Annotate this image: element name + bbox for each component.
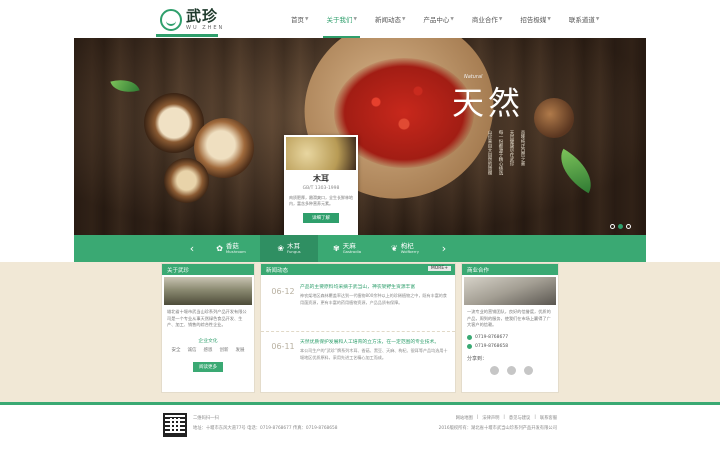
news-title[interactable]: 天然优质保护发展和人工培育的立方法，在一定范围的专业技术。 (300, 338, 450, 345)
weibo-icon[interactable] (490, 365, 499, 375)
footer-links: 网站地图 | 法律声明 | 意见与建议 | 联系客服 (455, 415, 557, 421)
culture-title: 企业文化 (198, 338, 218, 344)
qq-icon[interactable] (524, 365, 533, 375)
site-footer: 二维码扫一扫 地址：十堰市东风大道77号 电话：0719-8768677 传真：… (0, 402, 720, 450)
about-panel-title: 关于武珍 (162, 264, 254, 275)
main-nav: 首页 ▼ 关于我们 ▼ 新闻动态 ▼ 产品中心 ▼ 商业合作 ▼ 招告极媒 ▼ 联系道道 ▼ (282, 0, 608, 38)
nav-item-home[interactable]: 首页 ▼ (282, 0, 317, 38)
carousel-dot[interactable] (610, 224, 615, 229)
news-date: 06-11 (271, 342, 295, 351)
carousel-dot[interactable] (626, 224, 631, 229)
hero-banner: 木耳 GB/T 1303-1998 肉质肥厚，嫩滑爽口，全生长鲜林地内，富含多种… (74, 38, 646, 235)
fungus-icon: ❀ (277, 244, 285, 253)
chevron-down-icon: ▼ (305, 16, 309, 22)
footer-link-feedback[interactable]: 意见与建议 (509, 415, 530, 421)
cooperation-panel-title: 商业合作 (462, 264, 558, 275)
cooperation-panel: 商业合作 一流专业的营销团队，良好的信誉度，优质的产品，周到的服务，使我们在市场… (461, 263, 559, 393)
brand-name-en: WU ZHEN (186, 25, 225, 31)
news-item[interactable]: 06-12 产品的主要原料均采摘于武当山，神农架野生资源丰富 神农架地区森林覆盖… (261, 275, 455, 331)
category-gastrodia[interactable]: ✾ 天麻 Gastrodia (318, 235, 376, 262)
gastrodia-icon: ✾ (332, 244, 340, 253)
news-panel-title: 新闻动态 MORE+ (261, 264, 455, 275)
share-label: 分享到： (467, 355, 488, 362)
brand-name-cn: 武珍 (186, 7, 219, 25)
chevron-right-icon[interactable]: › (434, 242, 454, 255)
category-fungus[interactable]: ❀ 木耳 Fungus (260, 235, 318, 262)
product-detail-button[interactable]: 详细了解 (303, 213, 339, 223)
landscape-photo (164, 277, 252, 305)
category-mushroom[interactable]: ✿ 香菇 Mushroom (202, 235, 260, 262)
footer-link-sitemap[interactable]: 网站地图 (456, 415, 473, 421)
qr-caption: 二维码扫一扫 (193, 416, 219, 421)
news-item[interactable]: 06-11 天然优质保护发展和人工培育的立方法，在一定范围的专业技术。 本公司生… (261, 331, 455, 387)
featured-product-card: 木耳 GB/T 1303-1998 肉质肥厚，嫩滑爽口，全生长鲜林地内，富含多种… (284, 135, 358, 235)
product-name: 木耳 (313, 173, 329, 183)
news-panel: 新闻动态 MORE+ 06-12 产品的主要原料均采摘于武当山，神农架野生资源丰… (260, 263, 456, 393)
read-more-button[interactable]: 阅读更多 (193, 361, 223, 372)
mushroom-image (164, 158, 209, 203)
nav-item-contact[interactable]: 联系道道 ▼ (560, 0, 608, 38)
brand-logo[interactable]: 武珍 WU ZHEN (160, 5, 224, 35)
chevron-down-icon: ▼ (353, 16, 357, 22)
footer-link-service[interactable]: 联系客服 (540, 415, 557, 421)
carousel-dot-active[interactable] (618, 224, 623, 229)
chevron-down-icon: ▼ (450, 16, 454, 22)
about-panel: 关于武珍 雄北省十堰市武当山珍系列产品开发有限公司是一个专业从事天然绿色食品开发… (161, 263, 255, 393)
footer-link-legal[interactable]: 法律声明 (482, 415, 499, 421)
phone-number: 0719-8768658 (462, 342, 558, 351)
product-photo (286, 137, 356, 170)
nav-item-recruit[interactable]: 招告极媒 ▼ (511, 0, 559, 38)
site-header: 武珍 WU ZHEN 首页 ▼ 关于我们 ▼ 新闻动态 ▼ 产品中心 ▼ 商业合作 ▼ 招… (0, 0, 720, 38)
product-description: 肉质肥厚，嫩滑爽口，全生长鲜林地内，富含多种营养元素。 (289, 195, 353, 206)
phone-number: 0719-8768677 (462, 333, 558, 342)
banner-title: 天然 (452, 84, 525, 122)
news-date: 06-12 (271, 287, 295, 296)
category-bar: ‹ ✿ 香菇 Mushroom ❀ 木耳 Fungus ✾ 天麻 Gastrodia … (74, 235, 646, 262)
mushroom-icon: ✿ (216, 244, 223, 253)
qr-code-icon (163, 413, 187, 437)
wechat-icon[interactable] (507, 365, 516, 375)
footer-contact: 地址：十堰市东风大道77号 电话：0719-8768677 传真：0719-87… (193, 426, 338, 431)
nav-item-about[interactable]: 关于我们 ▼ (317, 0, 365, 38)
chevron-left-icon[interactable]: ‹ (182, 242, 202, 255)
news-summary: 神农架地区森林覆盖率达到一代植物800余种以上的珍稀植物之中，既有丰富的食用菌资… (300, 293, 447, 305)
chevron-down-icon: ▼ (401, 16, 406, 22)
about-text: 雄北省十堰市武当山珍系列产品开发有限公司是一个专业从事天然绿色食品开发、生产、加… (167, 309, 247, 327)
news-more-link[interactable]: MORE+ (427, 266, 451, 271)
chevron-down-icon: ▼ (547, 16, 551, 22)
news-summary: 本公司生产的“武珍”牌系列木耳、香菇、黑豆、天麻、枸杞、银耳等产品均选用十堰地区… (300, 348, 448, 360)
phone-icon (467, 343, 472, 349)
logo-emblem-icon (160, 9, 182, 31)
nav-item-news[interactable]: 新闻动态 ▼ (366, 0, 414, 38)
culture-values: 安全 诚信 感恩 创新 发展 (171, 347, 245, 353)
phone-icon (467, 334, 472, 340)
chevron-down-icon: ▼ (498, 16, 503, 22)
category-wolfberry[interactable]: ❦ 枸杞 Wolfberry (376, 235, 434, 262)
banner-poem: 山珍来自大自然的馈赠 每一份都源于精心挑选 天然健康尽在武珍 品味纯正自然之美 (487, 130, 525, 175)
copyright: 2016版权所有：湖北省十堰市武当山珍系列产品开发有限公司 (438, 426, 557, 431)
carousel-dots (610, 224, 631, 229)
nav-item-products[interactable]: 产品中心 ▼ (414, 0, 462, 38)
handshake-photo (464, 277, 556, 305)
share-buttons (462, 362, 558, 375)
cooperation-text: 一流专业的营销团队，良好的信誉度，优质的产品，周到的服务，使我们在市场上赢得了广… (467, 309, 551, 327)
nav-item-cooperation[interactable]: 商业合作 ▼ (463, 0, 511, 38)
news-title[interactable]: 产品的主要原料均采摘于武当山，神农架野生资源丰富 (300, 283, 450, 290)
wolfberry-icon: ❦ (391, 244, 398, 253)
mushroom-image (534, 98, 574, 138)
logo-underline (156, 34, 218, 37)
chevron-down-icon: ▼ (595, 16, 600, 22)
